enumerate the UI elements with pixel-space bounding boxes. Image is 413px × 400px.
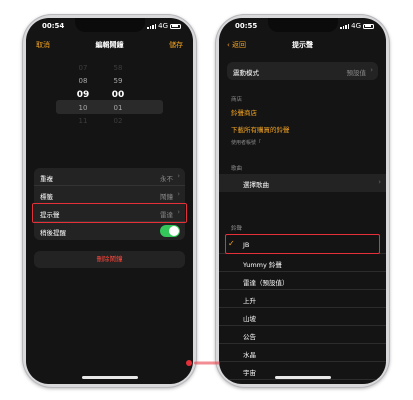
left-phone-frame: 00:54 4G 取消 編輯鬧鐘 儲存 07 08 09 10 11 58 59… — [22, 14, 197, 388]
pick-song-row[interactable]: 選擇歌曲 › — [219, 174, 386, 192]
status-time: 00:54 — [42, 22, 65, 30]
watermark-bar — [194, 361, 220, 365]
status-time: 00:55 — [235, 22, 258, 30]
notch — [74, 18, 145, 32]
hour-option[interactable]: 10 — [68, 102, 98, 115]
repeat-row[interactable]: 重複 永不 › — [34, 168, 185, 186]
vibration-row[interactable]: 震動模式 預設值 › — [227, 62, 378, 80]
list-item[interactable]: 公告 — [219, 326, 386, 344]
page-title: 編輯鬧鐘 — [95, 41, 124, 49]
chevron-right-icon: › — [378, 178, 381, 186]
minute-option[interactable]: 58 — [103, 62, 133, 75]
minute-option[interactable]: 02 — [103, 115, 133, 128]
left-phone-screen: 00:54 4G 取消 編輯鬧鐘 儲存 07 08 09 10 11 58 59… — [26, 18, 193, 384]
tone-name: 公告 — [243, 333, 256, 341]
store-section-label: 商店 — [231, 97, 243, 103]
row-label: 稍後提醒 — [40, 229, 66, 237]
selected-tone-highlight — [225, 234, 380, 254]
row-label: 震動模式 — [233, 69, 259, 77]
minute-selected[interactable]: 00 — [103, 88, 133, 102]
label-row[interactable]: 標籤 鬧鐘 › — [34, 186, 185, 204]
signal-icon — [147, 23, 157, 29]
tone-name: 宇宙 — [243, 369, 256, 377]
tone-name: 山坡 — [243, 315, 256, 323]
row-value: 預設值 — [346, 69, 367, 77]
battery-icon — [170, 23, 181, 29]
save-button[interactable]: 儲存 — [169, 40, 183, 50]
right-phone-frame: 00:55 4G ‹ 返回 提示聲 震動模式 預設值 › 商店 鈴聲商店 下載所… — [215, 14, 390, 388]
row-label: 選擇歌曲 — [243, 181, 269, 189]
row-value: 永不 — [160, 175, 173, 183]
tone-name: 水晶 — [243, 351, 256, 359]
row-label: 標籤 — [40, 193, 53, 201]
list-item[interactable]: 水晶 — [219, 344, 386, 362]
songs-group: 選擇歌曲 › — [219, 174, 386, 192]
list-item[interactable]: 波浪 — [219, 380, 386, 384]
list-item[interactable]: 上升 — [219, 290, 386, 308]
signal-icon — [340, 23, 350, 29]
list-item[interactable]: 山坡 — [219, 308, 386, 326]
hour-wheel[interactable]: 07 08 09 10 11 — [68, 62, 98, 128]
network-label: 4G — [351, 22, 361, 30]
vibration-group: 震動模式 預設值 › — [227, 62, 378, 80]
download-all-link[interactable]: 下載所有購買的鈴聲 — [231, 124, 290, 134]
chevron-right-icon: › — [177, 172, 180, 180]
home-indicator — [274, 376, 331, 379]
chevron-right-icon: › — [177, 190, 180, 198]
home-indicator — [81, 376, 138, 379]
list-item[interactable]: 雷達（預設值） — [219, 272, 386, 290]
minute-wheel[interactable]: 58 59 00 01 02 — [103, 62, 133, 128]
store-description: 使用者帳號「 — [231, 140, 262, 146]
tone-name: 雷達（預設值） — [243, 279, 289, 287]
right-phone-screen: 00:55 4G ‹ 返回 提示聲 震動模式 預設值 › 商店 鈴聲商店 下載所… — [219, 18, 386, 384]
minute-option[interactable]: 01 — [103, 102, 133, 115]
page-title: 提示聲 — [292, 41, 313, 49]
hour-selected[interactable]: 09 — [68, 88, 98, 102]
watermark-logo — [186, 360, 220, 366]
hour-option[interactable]: 11 — [68, 115, 98, 128]
ringtone-list: ✓JB Yummy 鈴聲 雷達（預設值） 上升 山坡 公告 水晶 宇宙 波浪 — [219, 236, 386, 384]
ringtones-section-label: 鈴聲 — [231, 226, 243, 232]
tone-name: Yummy 鈴聲 — [243, 261, 282, 269]
hour-option[interactable]: 08 — [68, 75, 98, 88]
snooze-row: 稍後提醒 — [34, 222, 185, 240]
hour-option[interactable]: 07 — [68, 62, 98, 75]
nav-bar: 取消 編輯鬧鐘 儲存 — [26, 36, 193, 56]
delete-alarm-button[interactable]: 刪除鬧鐘 — [34, 251, 185, 268]
status-icons: 4G — [147, 22, 181, 30]
battery-icon — [363, 23, 374, 29]
sound-row-highlight — [32, 203, 187, 223]
row-value: 鬧鐘 — [160, 193, 173, 201]
list-item[interactable]: Yummy 鈴聲 — [219, 254, 386, 272]
network-label: 4G — [158, 22, 168, 30]
notch — [267, 18, 338, 32]
chevron-right-icon: › — [370, 66, 373, 74]
status-icons: 4G — [340, 22, 374, 30]
snooze-toggle[interactable] — [160, 225, 180, 237]
songs-section-label: 歌曲 — [231, 166, 243, 172]
nav-bar: ‹ 返回 提示聲 — [219, 36, 386, 56]
row-label: 重複 — [40, 175, 53, 183]
tone-store-link[interactable]: 鈴聲商店 — [231, 107, 257, 117]
minute-option[interactable]: 59 — [103, 75, 133, 88]
watermark-dot — [186, 360, 192, 366]
tone-name: 上升 — [243, 297, 256, 305]
time-picker[interactable]: 07 08 09 10 11 58 59 00 01 02 — [26, 62, 193, 154]
